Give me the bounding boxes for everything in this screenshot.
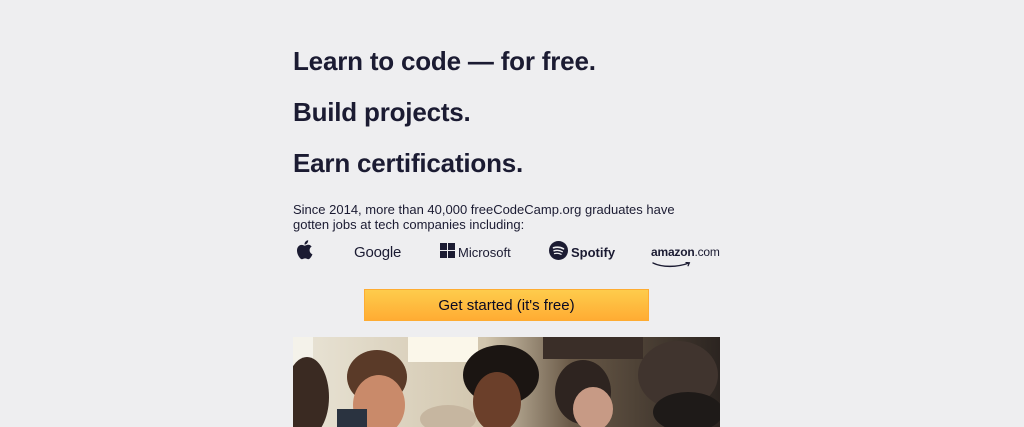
amazon-domain-label: .com (694, 245, 720, 259)
get-started-button[interactable]: Get started (it's free) (364, 289, 649, 321)
graduates-intro: Since 2014, more than 40,000 freeCodeCam… (293, 202, 675, 232)
spotify-logo: Spotify (549, 240, 615, 264)
microsoft-windows-icon (440, 243, 455, 261)
headline-earn: Earn certifications. (293, 148, 524, 178)
google-label: Google (354, 243, 402, 261)
spotify-icon (549, 241, 568, 263)
microsoft-logo: Microsoft (440, 240, 511, 264)
amazon-smile-icon (651, 257, 695, 271)
apple-icon (295, 239, 313, 265)
company-logos: Google Microsoft Spotify amazon .com (293, 240, 720, 268)
headline-learn: Learn to code — for free. (293, 46, 596, 76)
spotify-label: Spotify (571, 244, 616, 260)
microsoft-label: Microsoft (458, 244, 511, 260)
google-logo: Google (354, 240, 401, 264)
headline-build: Build projects. (293, 97, 471, 127)
students-photo (293, 337, 720, 427)
landing-page: Learn to code — for free. Build projects… (0, 0, 1024, 427)
apple-logo (295, 240, 313, 264)
amazon-logo: amazon .com (651, 240, 720, 268)
